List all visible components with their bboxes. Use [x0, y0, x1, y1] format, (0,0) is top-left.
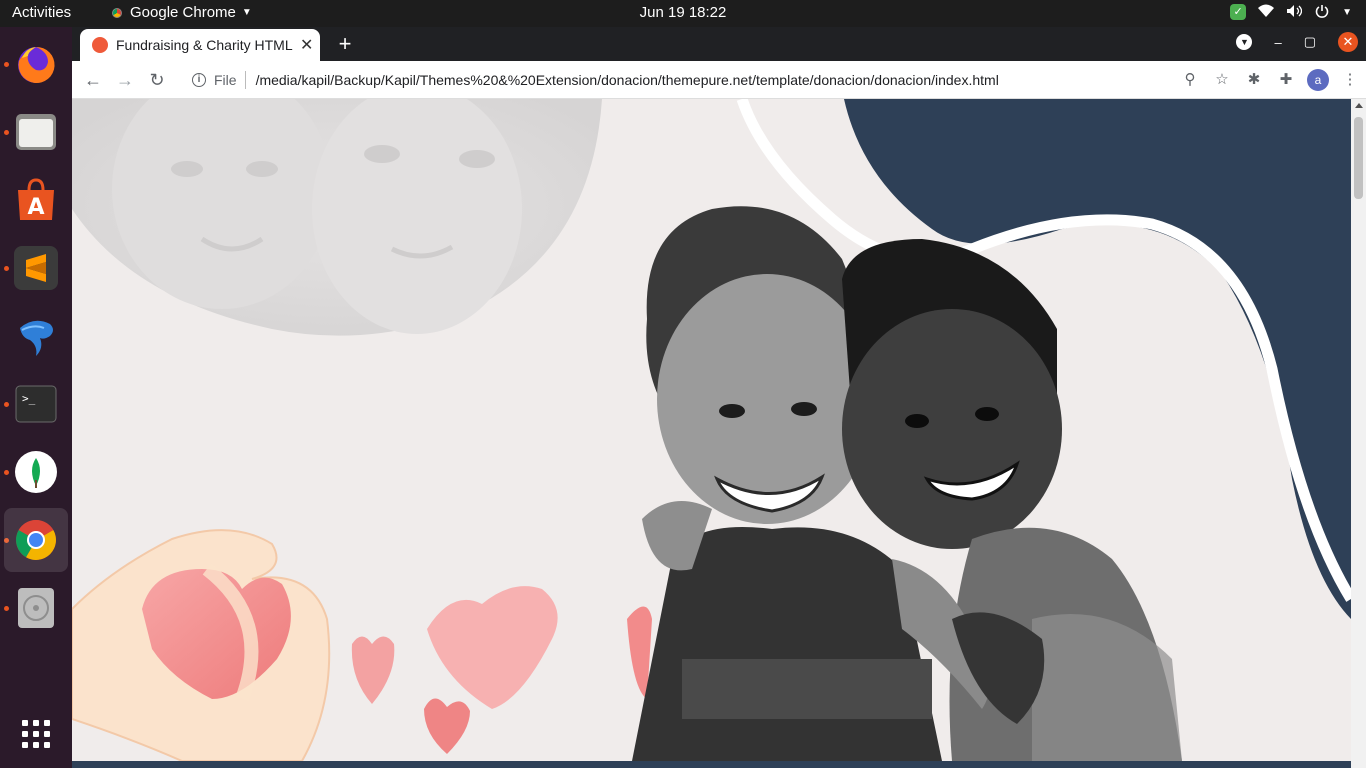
info-icon[interactable]: i [192, 73, 206, 87]
sublime-text-icon [14, 246, 58, 290]
tab-search-icon[interactable]: ▼ [1236, 34, 1253, 50]
terminal-icon: >_ [15, 385, 57, 423]
files-icon [16, 114, 56, 150]
disk-icon [18, 588, 54, 628]
dock-item-terminal[interactable]: >_ [8, 376, 64, 432]
hands-heart-illustration [72, 529, 331, 761]
svg-text:>_: >_ [22, 392, 36, 405]
dock-item-ubuntu-software[interactable]: A [8, 172, 64, 228]
power-icon[interactable] [1314, 4, 1330, 20]
svg-text:A: A [27, 195, 44, 220]
address-bar[interactable]: i File /media/kapil/Backup/Kapil/Themes%… [180, 65, 1196, 95]
window-close-icon[interactable]: ✕ [1338, 32, 1358, 52]
page-hero [72, 99, 1351, 761]
gnome-top-bar: Activities Google Chrome ▼ Jun 19 18:22 … [0, 0, 1366, 27]
children-photo [632, 206, 1182, 761]
back-icon[interactable]: ← [82, 69, 104, 91]
zoom-icon[interactable]: ⚲ [1174, 67, 1206, 93]
scrollbar-thumb[interactable] [1354, 117, 1363, 199]
hero-illustration [72, 99, 1351, 761]
divider [244, 71, 246, 89]
menu-kebab-icon[interactable]: ⋮ [1334, 67, 1366, 93]
dock-item-mongodb-compass[interactable] [8, 444, 64, 500]
mongodb-leaf-icon [15, 451, 57, 493]
app-grid-icon [22, 720, 50, 748]
minimize-icon[interactable]: – [1274, 35, 1281, 50]
system-tray[interactable]: ✓ ▼ [1230, 4, 1352, 20]
window-controls: ▼ – ▢ ✕ [1236, 32, 1358, 52]
browser-toolbar: ← → ↻ i File /media/kapil/Backup/Kapil/T… [72, 61, 1366, 99]
forward-icon[interactable]: → [114, 69, 136, 91]
update-shield-icon[interactable]: ✓ [1230, 4, 1247, 20]
bookmark-star-icon[interactable]: ☆ [1206, 67, 1238, 93]
tab-title: Fundraising & Charity HTML [116, 37, 293, 53]
faded-photo-circle [72, 99, 602, 336]
chrome-window: Fundraising & Charity HTML ✕ + ▼ – ▢ ✕ ←… [72, 27, 1366, 768]
firefox-icon [18, 46, 55, 83]
volume-icon[interactable] [1286, 4, 1303, 20]
next-section-edge [72, 761, 1351, 768]
dock-item-disk[interactable] [8, 580, 64, 636]
scroll-up-icon[interactable] [1355, 103, 1363, 108]
site-favicon-icon [92, 37, 108, 53]
wifi-icon[interactable] [1258, 4, 1275, 20]
dolphin-icon [20, 320, 53, 356]
tab-close-icon[interactable]: ✕ [300, 35, 313, 55]
url-text[interactable]: /media/kapil/Backup/Kapil/Themes%20&%20E… [256, 72, 999, 88]
dock-item-firefox[interactable] [8, 36, 64, 92]
chrome-icon [16, 520, 56, 560]
extension-icon[interactable]: ✱ [1238, 67, 1270, 93]
clock[interactable]: Jun 19 18:22 [0, 4, 1366, 21]
dock-item-mysql-workbench[interactable] [8, 308, 64, 364]
dock-item-google-chrome[interactable] [4, 508, 68, 572]
dock-item-sublime-text[interactable] [8, 240, 64, 296]
scheme-label: File [214, 72, 237, 88]
floating-hearts [351, 586, 652, 754]
reload-icon[interactable]: ↻ [146, 69, 168, 91]
profile-avatar[interactable]: a [1307, 69, 1329, 91]
tab-strip: Fundraising & Charity HTML ✕ + ▼ – ▢ ✕ [72, 27, 1366, 61]
page-scrollbar[interactable] [1351, 99, 1366, 768]
dock-item-files[interactable] [8, 104, 64, 160]
chevron-down-icon: ▼ [1342, 6, 1352, 18]
software-store-icon: A [18, 178, 54, 220]
show-applications-button[interactable] [8, 706, 64, 762]
tab-active[interactable]: Fundraising & Charity HTML ✕ [80, 29, 320, 61]
restore-icon[interactable]: ▢ [1304, 34, 1316, 50]
ubuntu-dock: A >_ [0, 27, 72, 768]
new-tab-button[interactable]: + [332, 31, 358, 57]
toolbar-actions: ⚲ ☆ ✱ ✚ a ⋮ [1174, 67, 1366, 93]
extensions-puzzle-icon[interactable]: ✚ [1270, 67, 1302, 93]
